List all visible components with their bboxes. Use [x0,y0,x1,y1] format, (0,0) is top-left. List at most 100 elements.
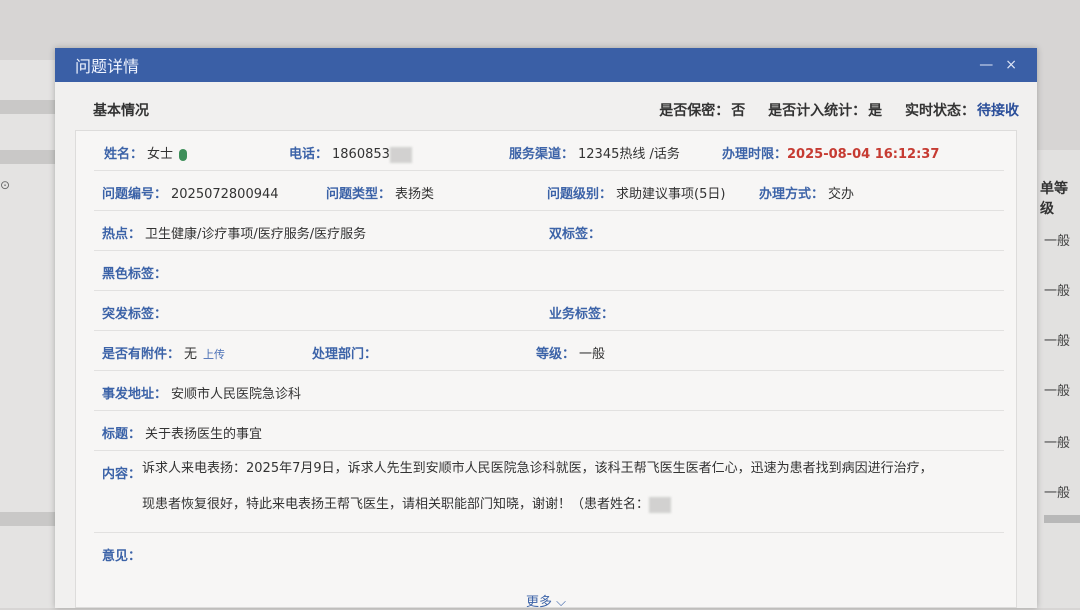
issue-detail-dialog: 问题详情 — × 基本情况 是否保密：否 是否计入统计：是 实时状态： 待接收 姓… [55,48,1037,610]
issue-level-field: 问题级别： 求助建议事项(5日) [547,183,725,202]
status-label: 实时状态： [905,103,975,119]
detail-row: 事发地址： 安顺市人民医院急诊科 [94,371,1004,411]
name-value: 女士 [147,147,174,162]
dialog-titlebar: 问题详情 — × [55,48,1037,82]
phone-label: 电话： [289,147,329,162]
sudden-tag-label: 突发标签： [102,307,168,322]
name-label: 姓名： [104,147,144,162]
background-right-table: 单等级 一般 一般 一般 一般 一般 一般 [1036,150,1080,608]
background-bar [0,100,55,114]
handling-value: 交办 [828,187,855,202]
detail-row: 问题编号： 2025072800944 问题类型： 表扬类 问题级别： 求助建议事项(… [94,171,1004,211]
channel-value: 12345热线 /话务 [578,147,680,162]
more-button[interactable]: 更多 ⌵ [526,591,566,610]
dept-label: 处理部门： [312,347,378,362]
redaction-mask [389,146,412,163]
attachment-label: 是否有附件： [102,347,181,362]
channel-label: 服务渠道： [509,147,575,162]
content-line: 诉求人来电表扬：2025年7月9日，诉求人先生到安顺市人民医院急诊科就医，该科王… [142,461,933,476]
hotspot-field: 热点： 卫生健康/诊疗事项/医疗服务/医疗服务 [102,223,366,242]
hotspot-label: 热点： [102,227,142,242]
close-icon[interactable]: × [1005,57,1017,73]
table-cell: 一般 [1044,284,1071,299]
subject-value: 关于表扬医生的事宜 [145,427,263,442]
issue-type-field: 问题类型： 表扬类 [326,183,434,202]
hotspot-value: 卫生健康/诊疗事项/医疗服务/医疗服务 [145,227,367,242]
counted-value: 是 [868,103,883,119]
subject-label: 标题： [102,427,142,442]
confidential-label: 是否保密： [659,103,730,119]
background-bar [1044,515,1080,523]
issue-level-label: 问题级别： [547,187,613,202]
dialog-title: 问题详情 [75,57,140,76]
detail-row: 意见： [94,533,1004,573]
opinion-label: 意见： [102,549,142,564]
channel-field: 服务渠道： 12345热线 /话务 [509,143,680,162]
deadline-label: 办理时限： [722,147,788,162]
attachment-value: 无 [184,347,198,362]
table-cell: 一般 [1044,334,1071,349]
handling-label: 办理方式： [759,187,825,202]
upload-link[interactable]: 上传 [203,348,225,361]
issue-no-value: 2025072800944 [171,187,279,202]
background-left-panel: ⊙ [0,60,55,608]
background-bar [0,512,55,526]
detail-row: 姓名： 女士 电话： 1860853 服务渠道： 12345热线 /话务 办理时限：2… [94,131,1004,171]
issue-level-value: 求助建议事项(5日) [616,187,726,202]
name-field: 姓名： 女士 [104,143,188,162]
double-tag-label: 双标签： [549,227,602,242]
microphone-icon[interactable] [179,148,188,161]
phone-value: 1860853 [332,147,390,162]
sudden-tag-field: 突发标签： [102,303,171,322]
redaction-mask [649,496,672,513]
table-cell: 一般 [1044,486,1071,501]
address-field: 事发地址： 安顺市人民医院急诊科 [102,383,301,402]
content-line-text: 现患者恢复很好，特此来电表扬王帮飞医生，请相关职能部门知晓，谢谢！（患者姓名： [142,497,650,512]
clock-icon: ⊙ [0,178,11,192]
counted-label: 是否计入统计： [768,103,867,119]
section-title: 基本情况 [93,103,149,119]
subject-field: 标题： 关于表扬医生的事宜 [102,423,262,442]
content-label: 内容： [102,467,142,482]
content-label-wrap: 内容： [102,463,141,482]
detail-row: 内容： 诉求人来电表扬：2025年7月9日，诉求人先生到安顺市人民医院急诊科就医… [94,451,1004,533]
minimize-icon[interactable]: — [979,57,993,73]
handling-field: 办理方式： 交办 [759,183,854,202]
detail-row: 突发标签： 业务标签： [94,291,1004,331]
content-text: 诉求人来电表扬：2025年7月9日，诉求人先生到安顺市人民医院急诊科就医，该科王… [142,451,982,523]
attachment-field: 是否有附件：无上传 [102,343,225,362]
address-value: 安顺市人民医院急诊科 [171,387,302,402]
issue-type-label: 问题类型： [326,187,392,202]
content-line: 现患者恢复很好，特此来电表扬王帮飞医生，请相关职能部门知晓，谢谢！（患者姓名： [142,487,982,523]
status-line: 是否保密：否 是否计入统计：是 实时状态： 待接收 [657,100,1019,120]
phone-field: 电话： 1860853 [289,143,412,163]
summary-header: 基本情况 是否保密：否 是否计入统计：是 实时状态： 待接收 [93,100,1019,120]
table-cell: 一般 [1044,436,1071,451]
background-bar [0,150,55,164]
address-label: 事发地址： [102,387,168,402]
opinion-field: 意见： [102,545,145,564]
business-tag-label: 业务标签： [549,307,615,322]
double-tag-field: 双标签： [549,223,605,242]
issue-type-value: 表扬类 [395,187,435,202]
detail-row: 黑色标签： [94,251,1004,291]
table-cell: 一般 [1044,234,1071,249]
detail-card: 姓名： 女士 电话： 1860853 服务渠道： 12345热线 /话务 办理时限：2… [75,130,1017,610]
detail-row: 标题： 关于表扬医生的事宜 [94,411,1004,451]
deadline-field: 办理时限：2025-08-04 16:12:37 [722,143,939,162]
detail-row: 是否有附件：无上传 处理部门： 等级： 一般 [94,331,1004,371]
table-cell: 一般 [1044,384,1071,399]
confidential-value: 否 [731,103,746,119]
dept-field: 处理部门： [312,343,381,362]
issue-no-label: 问题编号： [102,187,168,202]
status-value: 待接收 [977,103,1019,119]
column-header: 单等级 [1040,181,1068,217]
black-tag-label: 黑色标签： [102,267,168,282]
issue-no-field: 问题编号： 2025072800944 [102,183,279,202]
black-tag-field: 黑色标签： [102,263,171,282]
detail-row: 热点： 卫生健康/诊疗事项/医疗服务/医疗服务 双标签： [94,211,1004,251]
grade-value: 一般 [579,347,606,362]
business-tag-field: 业务标签： [549,303,618,322]
grade-field: 等级： 一般 [536,343,605,362]
grade-label: 等级： [536,347,576,362]
